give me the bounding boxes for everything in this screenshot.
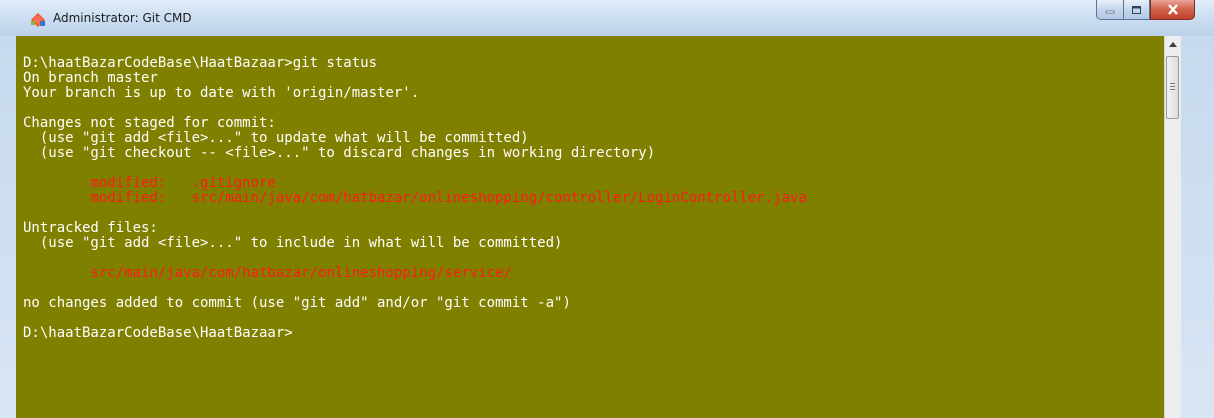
maximize-icon — [1132, 5, 1141, 14]
scroll-up-button[interactable] — [1165, 36, 1181, 53]
window-title: Administrator: Git CMD — [53, 11, 192, 25]
terminal-line: (use "git add <file>..." to include in w… — [23, 235, 563, 251]
terminal-line: Changes not staged for commit: — [23, 115, 276, 131]
close-icon — [1167, 4, 1178, 15]
terminal-line: no changes added to commit (use "git add… — [23, 295, 571, 311]
terminal-line: Untracked files: — [23, 220, 158, 236]
git-diamond-icon — [31, 13, 45, 27]
terminal-line: Your branch is up to date with 'origin/m… — [23, 85, 420, 101]
arrow-up-icon — [1169, 42, 1177, 47]
terminal-lines: D:\haatBazarCodeBase\HaatBazaar>git stat… — [23, 56, 807, 341]
terminal-line: On branch master — [23, 70, 158, 86]
scroll-thumb[interactable] — [1166, 56, 1179, 119]
window-frame-right — [1181, 36, 1214, 418]
window-controls — [1096, 0, 1195, 20]
git-cmd-window: Administrator: Git CMD D:\haatBazarCodeB… — [0, 0, 1214, 418]
terminal-line: modified: src/main/java/com/hatbazar/onl… — [23, 190, 807, 206]
terminal-line: (use "git checkout -- <file>..." to disc… — [23, 145, 656, 161]
title-bar[interactable]: Administrator: Git CMD — [0, 0, 1214, 36]
terminal-line: D:\haatBazarCodeBase\HaatBazaar> — [23, 325, 293, 341]
terminal-line: D:\haatBazarCodeBase\HaatBazaar>git stat… — [23, 55, 378, 71]
terminal-line: modified: .gitignore — [23, 175, 276, 191]
close-button[interactable] — [1150, 0, 1195, 20]
maximize-button[interactable] — [1123, 0, 1150, 20]
terminal-line: src/main/java/com/hatbazar/onlineshoppin… — [23, 265, 512, 281]
window-frame-left — [0, 36, 16, 418]
terminal-line: (use "git add <file>..." to update what … — [23, 130, 529, 146]
minimize-button[interactable] — [1096, 0, 1123, 20]
vertical-scrollbar[interactable] — [1164, 36, 1181, 418]
terminal-output[interactable]: D:\haatBazarCodeBase\HaatBazaar>git stat… — [16, 36, 1164, 418]
minimize-icon — [1105, 10, 1115, 13]
